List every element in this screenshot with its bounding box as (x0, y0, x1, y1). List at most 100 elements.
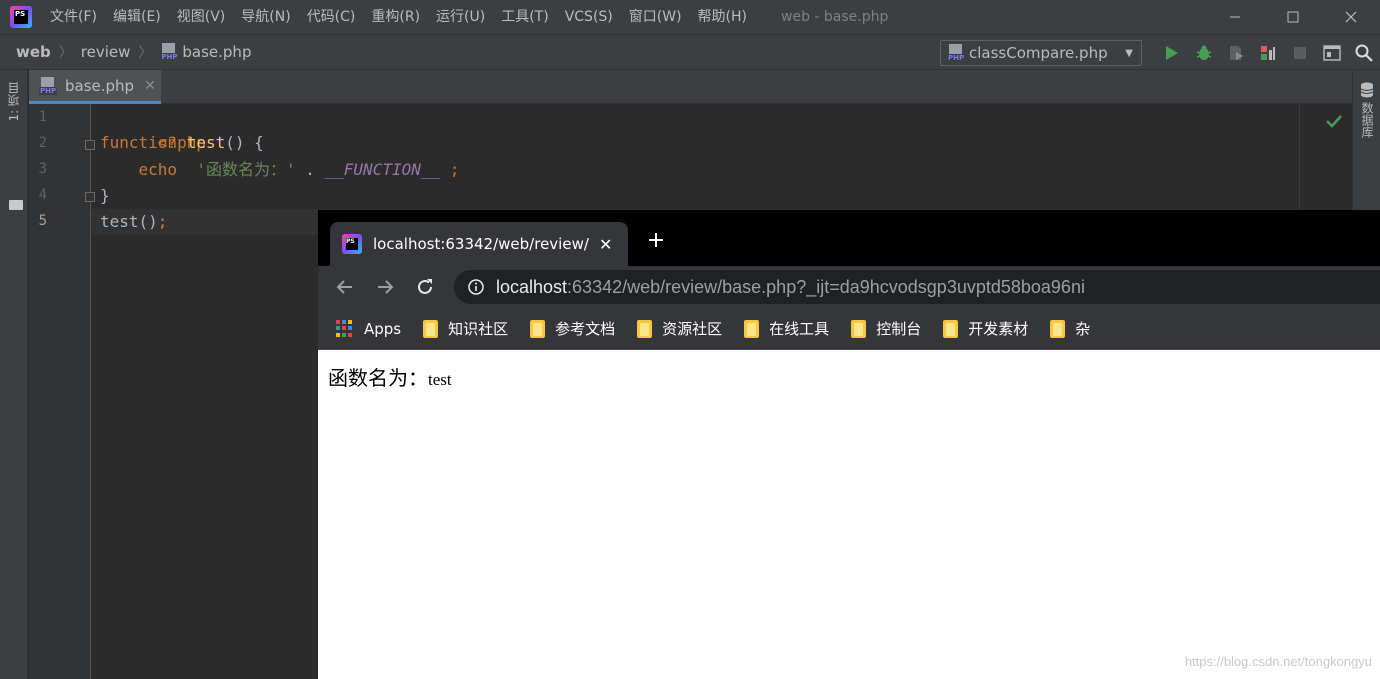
watermark: https://blog.csdn.net/tongkongyu (1184, 654, 1372, 669)
apps-grid-icon (336, 319, 354, 338)
keyword-echo: echo (138, 160, 178, 179)
bookmark-folder[interactable]: 知识社区 (423, 318, 508, 339)
browser-toolbar: localhost:63342/web/review/base.php?_ijt… (318, 266, 1380, 308)
breadcrumb-review[interactable]: review (81, 43, 131, 61)
fold-end-icon[interactable] (85, 192, 95, 202)
menu-code[interactable]: 代码(C) (299, 0, 364, 34)
editor-tab-label: base.php (65, 76, 135, 95)
bookmark-folder-icon (943, 319, 959, 338)
left-tool-window-strip: 1: 项目 (0, 70, 28, 679)
breadcrumb-separator-icon: 〉 (58, 45, 73, 61)
folder-icon (9, 200, 23, 210)
bookmark-folder[interactable]: 开发素材 (943, 318, 1028, 339)
close-tab-icon[interactable]: ✕ (599, 235, 612, 254)
browser-tab-active[interactable]: PS localhost:63342/web/review/base.php ✕ (330, 222, 628, 266)
window-controls (1206, 0, 1380, 34)
menu-edit[interactable]: 编辑(E) (105, 0, 169, 34)
menu-navigate[interactable]: 导航(N) (233, 0, 298, 34)
bookmark-folder[interactable]: 杂 (1050, 318, 1090, 339)
profiler-icon (1261, 46, 1275, 60)
bookmark-label: Apps (364, 319, 402, 338)
presentation-button[interactable] (1316, 35, 1348, 71)
line-number: 4 (38, 187, 47, 203)
address-bar[interactable]: localhost:63342/web/review/base.php?_ijt… (454, 270, 1380, 304)
php-file-icon: PHP (947, 44, 966, 62)
inspection-ok-check-icon[interactable] (1325, 112, 1343, 130)
bookmark-label: 杂 (1075, 320, 1091, 338)
close-icon (1345, 11, 1357, 23)
menu-window[interactable]: 窗口(W) (621, 0, 690, 34)
line-number-gutter: 1 2 3 4 5 (29, 104, 95, 679)
minimize-icon (1230, 16, 1240, 18)
run-play-icon (1166, 46, 1178, 60)
phpstorm-logo-icon: PS (10, 6, 32, 28)
reload-button[interactable] (412, 274, 438, 300)
bookmark-folder[interactable]: 资源社区 (637, 318, 722, 339)
code-line-2: function test() { (100, 130, 264, 156)
database-icon (1360, 82, 1374, 98)
keyword-function: function (100, 133, 178, 152)
debug-bug-icon (1196, 45, 1212, 60)
menu-view[interactable]: 视图(V) (169, 0, 234, 34)
bookmark-folder-icon (1050, 319, 1066, 338)
info-icon[interactable] (468, 279, 484, 295)
run-button[interactable] (1156, 35, 1188, 71)
run-with-coverage-icon (1230, 46, 1243, 60)
maximize-button[interactable] (1264, 0, 1322, 34)
bookmark-folder[interactable]: 在线工具 (744, 318, 829, 339)
run-configuration-label: classCompare.php (969, 44, 1108, 62)
close-tab-icon[interactable]: ✕ (144, 78, 156, 94)
menu-tools[interactable]: 工具(T) (493, 0, 556, 34)
menu-run[interactable]: 运行(U) (428, 0, 493, 34)
coverage-button[interactable] (1220, 35, 1252, 71)
database-tool-tab[interactable]: 数据库 (1359, 102, 1376, 138)
menu-file[interactable]: 文件(F) (42, 0, 105, 34)
new-tab-button[interactable] (644, 228, 668, 252)
bookmark-folder[interactable]: 控制台 (851, 318, 921, 339)
stop-icon (1294, 47, 1306, 59)
breadcrumb-web[interactable]: web (16, 43, 51, 61)
menu-vcs[interactable]: VCS(S) (557, 0, 621, 34)
browser-page-content: 函数名为：test (318, 350, 1380, 679)
code-line-4: } (100, 183, 110, 209)
back-button[interactable] (332, 274, 358, 300)
breadcrumb-file[interactable]: PHP base.php (160, 43, 251, 61)
stop-button[interactable] (1284, 35, 1316, 71)
url-host: localhost (496, 276, 568, 297)
debug-button[interactable] (1188, 35, 1220, 71)
code-semicolon: ; (157, 212, 168, 231)
bookmark-label: 参考文档 (555, 320, 616, 338)
code-line-5: test(); (100, 209, 167, 235)
search-icon (1355, 44, 1373, 62)
bookmark-label: 开发素材 (968, 320, 1029, 338)
concat-operator: . (295, 160, 325, 179)
fold-collapse-icon[interactable] (85, 140, 95, 150)
bookmark-folder[interactable]: 参考文档 (530, 318, 615, 339)
forward-button[interactable] (372, 274, 398, 300)
bookmark-folder-icon (851, 319, 867, 338)
minimize-button[interactable] (1206, 0, 1264, 34)
menu-help[interactable]: 帮助(H) (690, 0, 755, 34)
breadcrumb-separator-icon: 〉 (138, 45, 153, 61)
project-tool-tab[interactable]: 1: 项目 (5, 82, 22, 122)
menu-refactor[interactable]: 重构(R) (363, 0, 428, 34)
output-label: 函数名为： (328, 368, 428, 390)
code-line-3: echo '函数名为：' . __FUNCTION__ ; (100, 157, 460, 183)
breadcrumb-file-label: base.php (182, 43, 252, 61)
editor-tab-base-php[interactable]: PHP base.php ✕ (29, 70, 161, 104)
code-punctuation: () { (225, 133, 264, 152)
output-value: test (428, 370, 452, 389)
url-text: localhost:63342/web/review/base.php?_ijt… (496, 277, 1085, 298)
line-number: 1 (38, 109, 47, 125)
run-configuration-select[interactable]: PHP classCompare.php ▼ (940, 40, 1142, 66)
close-window-button[interactable] (1322, 0, 1380, 34)
search-everywhere-button[interactable] (1348, 35, 1380, 71)
code-semicolon: ; (440, 160, 460, 179)
url-path: :63342/web/review/base.php?_ijt=da9hcvod… (567, 276, 1085, 297)
browser-tab-title: localhost:63342/web/review/base.php (373, 235, 589, 253)
phpstorm-favicon-icon: PS (342, 234, 362, 254)
php-file-icon: PHP (160, 43, 179, 61)
profile-button[interactable] (1252, 35, 1284, 71)
arrow-right-icon (378, 280, 394, 294)
bookmark-apps[interactable]: Apps (336, 319, 402, 338)
